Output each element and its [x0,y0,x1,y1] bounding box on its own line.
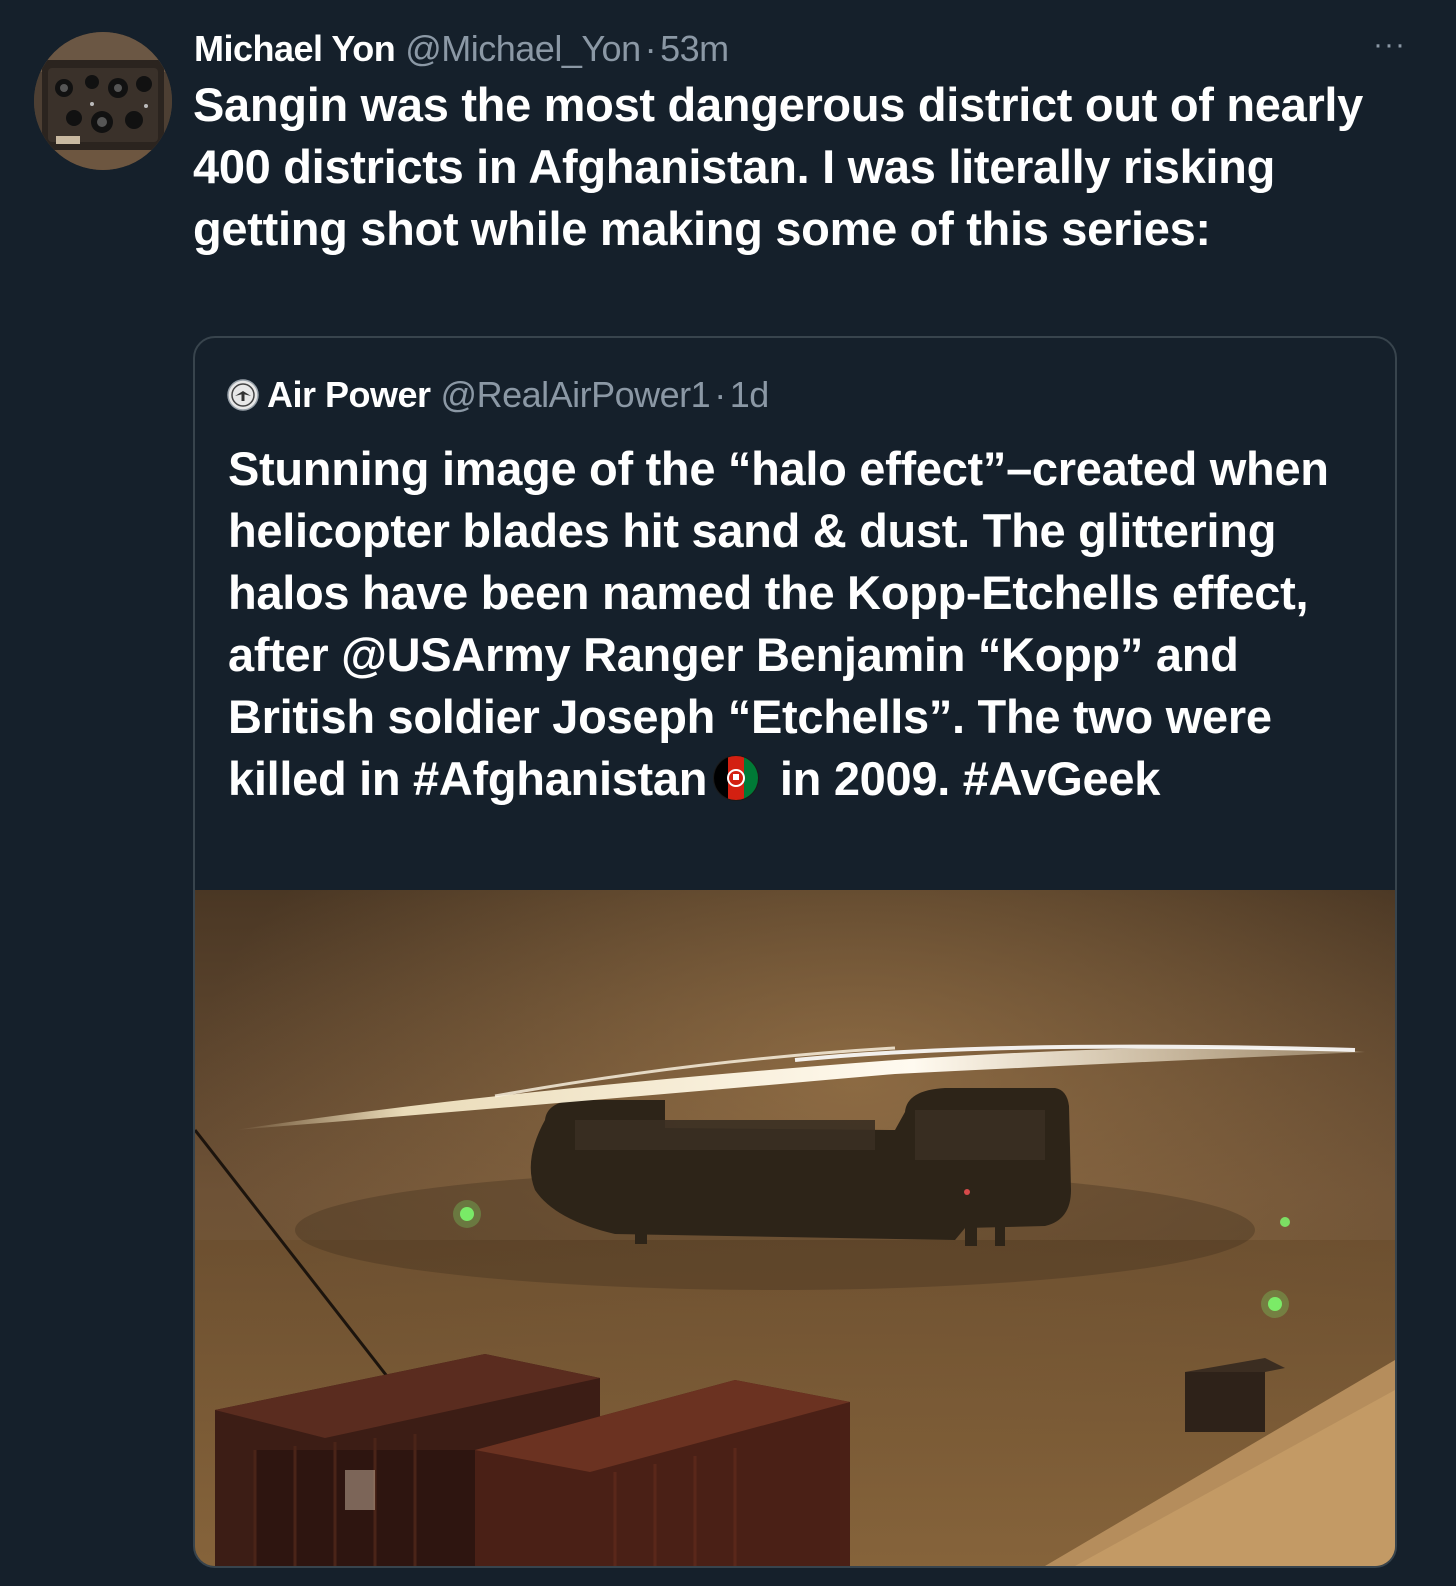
quote-timestamp[interactable]: 1d [730,374,770,416]
helicopter-photo-image [195,890,1395,1566]
avatar[interactable] [34,32,172,170]
quote-tweet[interactable]: Air Power @RealAirPower1 · 1d Stunning i… [193,336,1397,1568]
quote-author-name[interactable]: Air Power [267,374,431,416]
quote-header: Air Power @RealAirPower1 · 1d [227,368,769,422]
avatar-image [34,32,172,170]
timestamp[interactable]: 53m [660,28,729,70]
tweet[interactable]: Michael Yon @Michael_Yon · 53m ··· Sangi… [0,0,1456,1586]
author-handle[interactable]: @Michael_Yon [405,28,641,70]
quote-author-handle[interactable]: @RealAirPower1 [441,374,711,416]
quote-text-part1: Stunning image of the “halo effect”–crea… [228,442,1329,805]
quote-text-part2: in 2009. #AvGeek [767,752,1161,805]
separator: · [644,28,657,69]
more-options-icon[interactable]: ··· [1373,28,1406,62]
tweet-text: Sangin was the most dangerous district o… [193,78,1364,255]
afghanistan-flag-icon [713,755,760,801]
quote-separator: · [714,374,726,415]
tweet-header: Michael Yon @Michael_Yon · 53m [194,26,729,72]
quote-photo[interactable] [195,890,1395,1566]
author-name[interactable]: Michael Yon [194,28,396,70]
quote-text: Stunning image of the “halo effect”–crea… [228,438,1378,810]
quote-avatar-icon[interactable] [227,379,259,411]
